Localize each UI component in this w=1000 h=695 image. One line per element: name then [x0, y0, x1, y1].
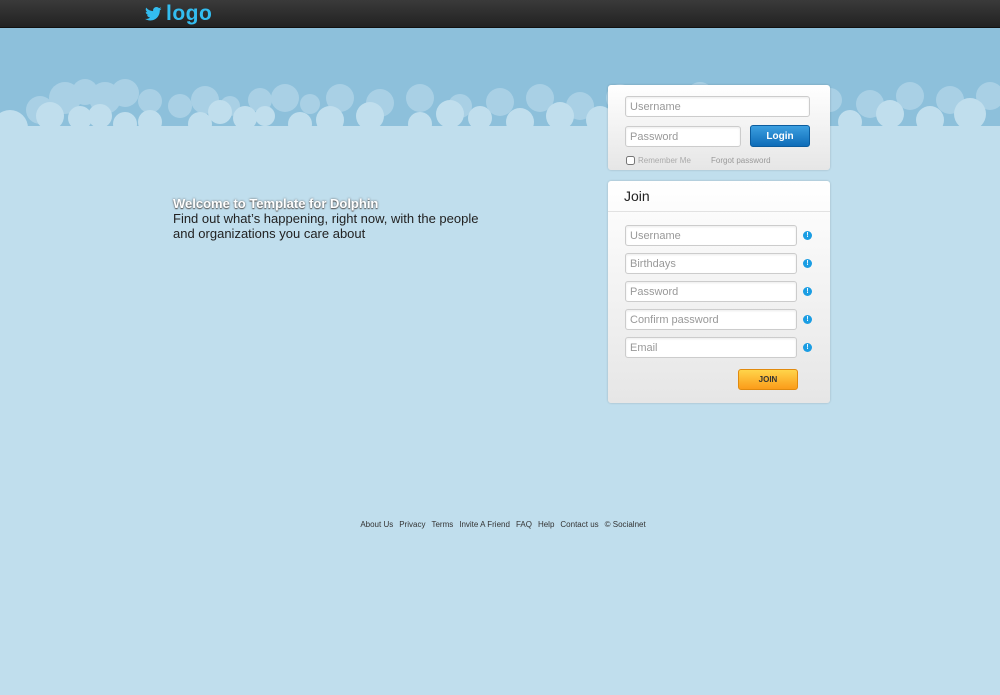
footer-link-about[interactable]: About Us [360, 520, 393, 529]
logo-link[interactable]: logo [145, 3, 212, 25]
remember-me-label: Remember Me [638, 156, 691, 165]
join-birthday-input[interactable] [625, 253, 797, 274]
footer: About Us Privacy Terms Invite A Friend F… [0, 520, 1000, 529]
login-panel: Login Remember Me Forgot password [608, 85, 830, 170]
join-email-input[interactable] [625, 337, 797, 358]
forgot-password-link[interactable]: Forgot password [711, 156, 771, 165]
welcome-title: Welcome to Template for Dolphin [173, 196, 379, 211]
info-icon[interactable]: ! [803, 259, 812, 268]
footer-link-help[interactable]: Help [538, 520, 554, 529]
remember-me[interactable]: Remember Me [626, 156, 691, 165]
copyright: © Socialnet [604, 520, 646, 529]
welcome-subtitle: Find out what’s happening, right now, wi… [173, 211, 479, 241]
info-icon[interactable]: ! [803, 287, 812, 296]
info-icon[interactable]: ! [803, 231, 812, 240]
join-password-input[interactable] [625, 281, 797, 302]
join-button[interactable]: JOIN [738, 369, 798, 390]
footer-link-invite[interactable]: Invite A Friend [459, 520, 510, 529]
remember-me-checkbox[interactable] [626, 156, 635, 165]
info-icon[interactable]: ! [803, 343, 812, 352]
footer-link-contact[interactable]: Contact us [560, 520, 598, 529]
join-panel: Join ! ! ! ! ! JOIN [608, 181, 830, 403]
join-title: Join [608, 181, 830, 212]
info-icon[interactable]: ! [803, 315, 812, 324]
join-username-input[interactable] [625, 225, 797, 246]
login-password-input[interactable] [625, 126, 741, 147]
cloud-banner [0, 28, 1000, 138]
footer-link-faq[interactable]: FAQ [516, 520, 532, 529]
top-bar: logo [0, 0, 1000, 28]
join-confirm-password-input[interactable] [625, 309, 797, 330]
login-username-input[interactable] [625, 96, 810, 117]
logo-text: logo [166, 2, 213, 25]
welcome-section: Welcome to Template for Dolphin Find out… [173, 196, 493, 241]
footer-link-privacy[interactable]: Privacy [399, 520, 425, 529]
clouds-illustration [0, 79, 1000, 138]
twitter-bird-icon [145, 7, 162, 21]
footer-link-terms[interactable]: Terms [431, 520, 453, 529]
login-button[interactable]: Login [750, 125, 810, 147]
